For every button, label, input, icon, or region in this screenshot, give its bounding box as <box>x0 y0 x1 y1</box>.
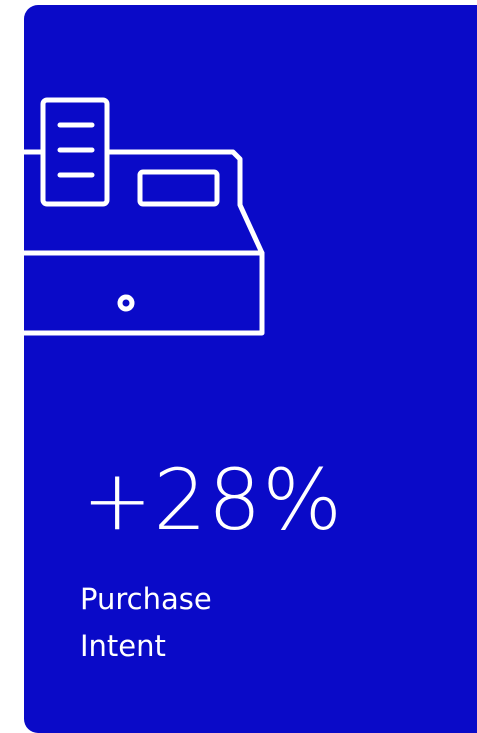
cash-register-icon <box>24 97 265 336</box>
stat-card: +28% Purchase Intent <box>24 5 477 733</box>
stat-label: Purchase Intent <box>80 582 212 663</box>
stat-value: +28% <box>82 451 344 549</box>
